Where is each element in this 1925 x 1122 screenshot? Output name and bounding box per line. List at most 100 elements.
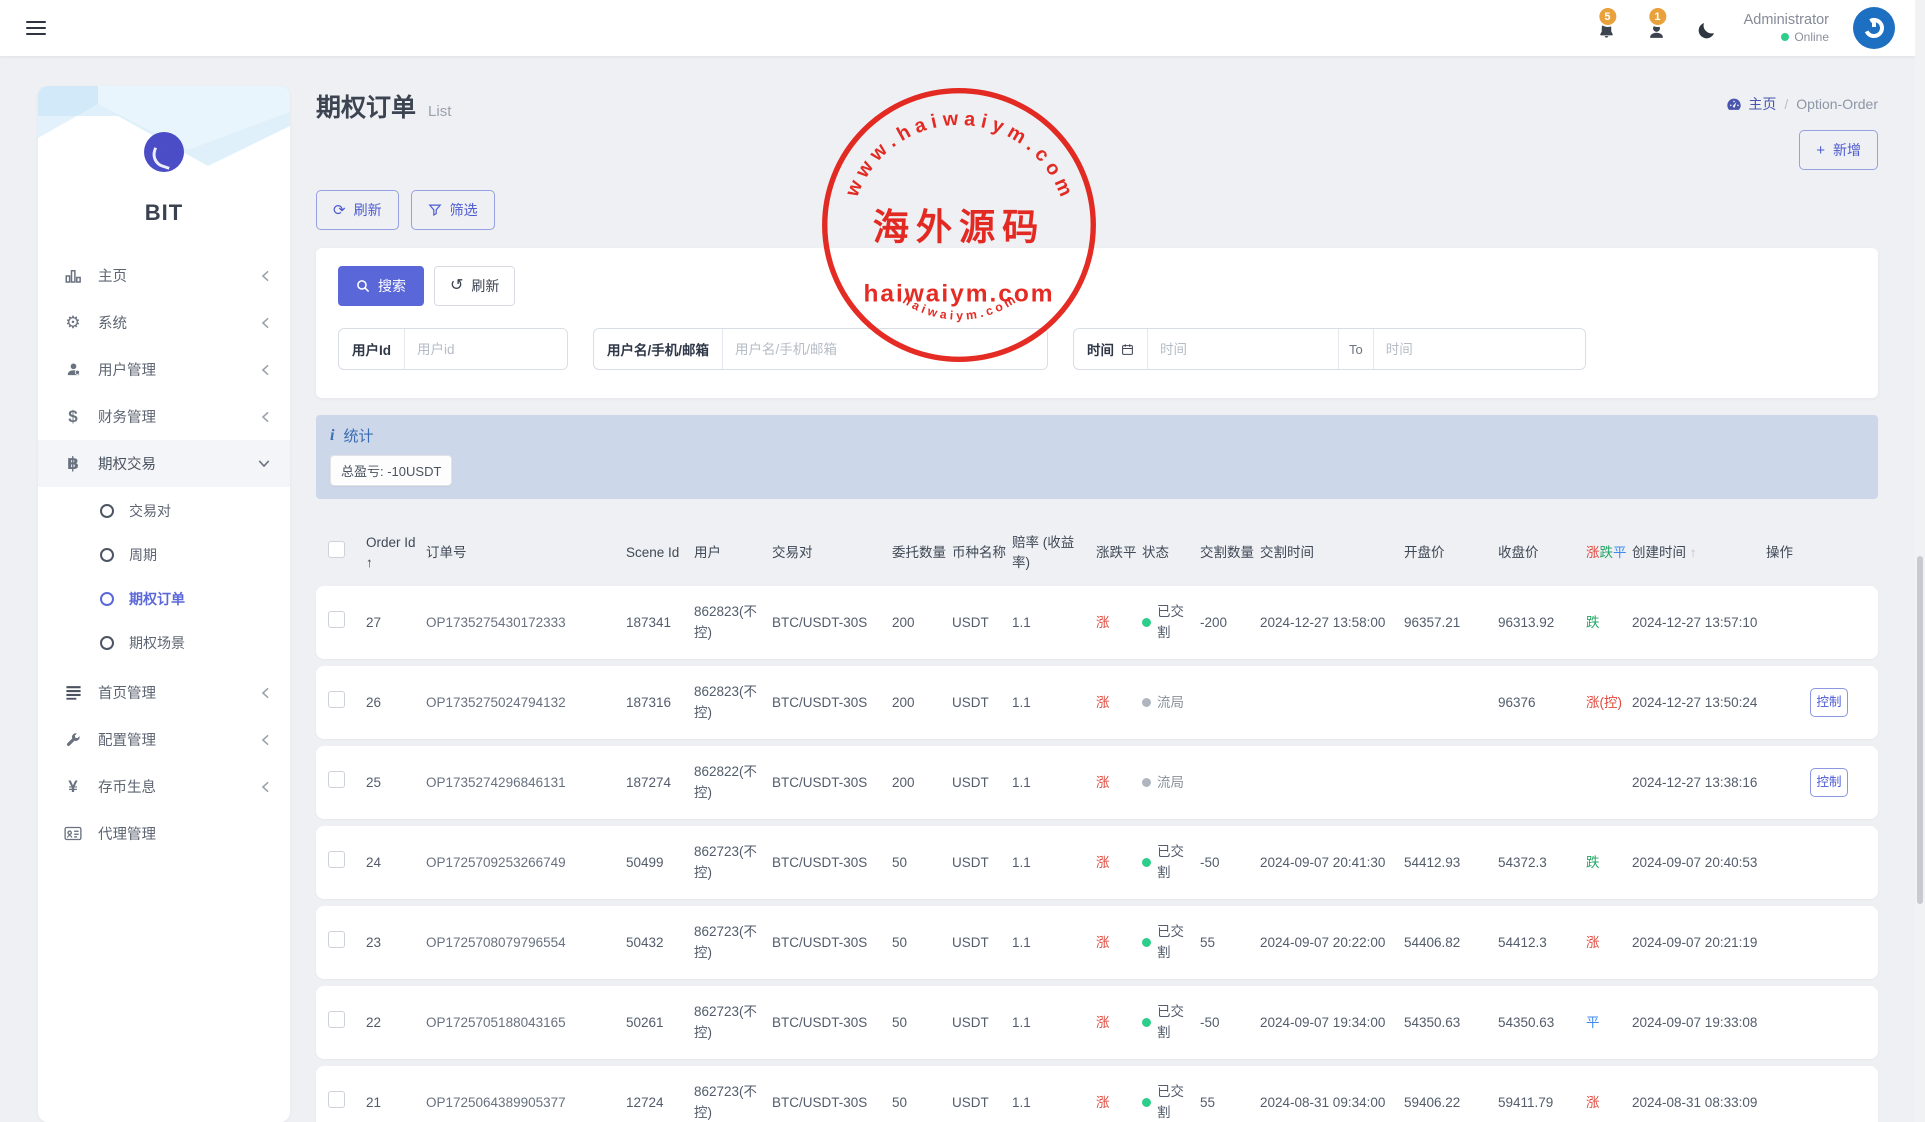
sidebar-subitem[interactable]: 期权场景	[38, 621, 290, 665]
dashboard-icon	[1726, 97, 1742, 111]
logo-icon	[144, 132, 184, 172]
header-amount: 委托数量	[892, 543, 948, 563]
cell-settle-qty: -50	[1200, 1013, 1256, 1033]
stats-bar: i 统计 总盈亏: -10USDT	[316, 415, 1878, 499]
sidebar-item[interactable]: ¥存币生息	[38, 763, 290, 810]
header-coin: 币种名称	[952, 543, 1008, 563]
cell-pair: BTC/USDT-30S	[772, 773, 888, 793]
sidebar-logo	[38, 86, 290, 204]
cell-pair: BTC/USDT-30S	[772, 613, 888, 633]
row-checkbox[interactable]	[328, 1011, 345, 1028]
cell-order-no: OP1735275430172333	[426, 613, 622, 633]
page-title: 期权订单	[316, 88, 416, 124]
cell-coin: USDT	[952, 773, 1008, 793]
cell-direction: 涨	[1096, 1013, 1138, 1033]
time-from-input[interactable]	[1148, 329, 1338, 369]
refresh-button[interactable]: ⟳ 刷新	[316, 190, 399, 230]
row-checkbox[interactable]	[328, 1091, 345, 1108]
page-scrollbar[interactable]	[1915, 0, 1925, 1122]
cell-status: 已交割	[1142, 1002, 1196, 1043]
cell-order-no: OP1735274296846131	[426, 773, 622, 793]
select-all-checkbox[interactable]	[328, 541, 345, 558]
breadcrumb-home-link[interactable]: 主页	[1726, 94, 1776, 114]
cell-settle-time: 2024-09-07 20:22:00	[1260, 933, 1400, 953]
cell-created: 2024-12-27 13:50:24	[1632, 693, 1762, 713]
table-body: 27 OP1735275430172333 187341 862823(不控) …	[316, 586, 1878, 1122]
table-row: 27 OP1735275430172333 187341 862823(不控) …	[316, 586, 1878, 659]
user-block: Administrator Online	[1744, 11, 1829, 44]
cell-direction: 涨	[1096, 693, 1138, 713]
cell-coin: USDT	[952, 693, 1008, 713]
status-dot	[1142, 858, 1151, 867]
sidebar-item[interactable]: 代理管理	[38, 810, 290, 857]
avatar[interactable]	[1853, 7, 1895, 49]
cell-status: 已交割	[1142, 602, 1196, 643]
scrollbar-thumb[interactable]	[1917, 556, 1923, 904]
row-checkbox[interactable]	[328, 851, 345, 868]
search-button[interactable]: 搜索	[338, 266, 424, 306]
reset-button[interactable]: ↺ 刷新	[434, 266, 515, 306]
chevron-left-icon	[261, 781, 270, 793]
sidebar-item[interactable]: 用户管理	[38, 346, 290, 393]
row-checkbox[interactable]	[328, 931, 345, 948]
cell-coin: USDT	[952, 853, 1008, 873]
cell-odds: 1.1	[1012, 1093, 1092, 1113]
cell-user: 862723(不控)	[694, 922, 768, 963]
cell-coin: USDT	[952, 933, 1008, 953]
cell-amount: 50	[892, 1093, 948, 1113]
sidebar-item[interactable]: ฿期权交易	[38, 440, 290, 487]
dark-mode-moon-icon[interactable]	[1694, 15, 1720, 41]
time-label: 时间	[1074, 329, 1148, 369]
control-button[interactable]: 控制	[1810, 768, 1848, 797]
cell-amount: 50	[892, 1013, 948, 1033]
chevron-left-icon	[261, 687, 270, 699]
sidebar-item[interactable]: $财务管理	[38, 393, 290, 440]
row-checkbox[interactable]	[328, 691, 345, 708]
total-pnl-badge: 总盈亏: -10USDT	[330, 455, 452, 486]
messages-user-icon[interactable]: 1	[1644, 15, 1670, 41]
notifications-bell-icon[interactable]: 5	[1594, 15, 1620, 41]
header-direction: 涨跌平	[1096, 543, 1138, 563]
cell-coin: USDT	[952, 1093, 1008, 1113]
cell-user: 862823(不控)	[694, 682, 768, 723]
row-checkbox[interactable]	[328, 611, 345, 628]
sidebar-menu: 主页⚙系统用户管理$财务管理฿期权交易交易对周期期权订单期权场景首页管理配置管理…	[38, 252, 290, 857]
status-dot	[1142, 1018, 1151, 1027]
row-checkbox[interactable]	[328, 771, 345, 788]
cell-direction: 涨	[1096, 1093, 1138, 1113]
user-id-input[interactable]	[405, 329, 567, 369]
cell-settle-time: 2024-09-07 20:41:30	[1260, 853, 1400, 873]
cell-scene-id: 50261	[626, 1013, 690, 1033]
sidebar-item[interactable]: ⚙系统	[38, 299, 290, 346]
add-button[interactable]: + 新增	[1799, 130, 1878, 170]
filter-button[interactable]: 筛选	[411, 190, 495, 230]
cell-settle-qty: -50	[1200, 853, 1256, 873]
status-dot	[1142, 938, 1151, 947]
sidebar-subitem[interactable]: 周期	[38, 533, 290, 577]
top-navbar: 5 1 Administrator Online	[0, 0, 1925, 56]
cell-close-price: 96376	[1498, 693, 1582, 713]
hamburger-menu-icon[interactable]	[26, 17, 46, 38]
cell-open-price: 96357.21	[1404, 613, 1494, 633]
wrench-icon	[62, 730, 84, 750]
sidebar-subitem[interactable]: 交易对	[38, 489, 290, 533]
header-created[interactable]: 创建时间 ↑	[1632, 543, 1762, 563]
username-input[interactable]	[723, 329, 1047, 369]
sidebar-item[interactable]: 配置管理	[38, 716, 290, 763]
cell-user: 862723(不控)	[694, 1082, 768, 1122]
yen-icon: ¥	[62, 777, 84, 797]
header-order-id[interactable]: Order Id ↑	[366, 533, 422, 572]
sidebar-item[interactable]: 首页管理	[38, 669, 290, 716]
sidebar-item[interactable]: 主页	[38, 252, 290, 299]
control-button[interactable]: 控制	[1810, 688, 1848, 717]
table-row: 22 OP1725705188043165 50261 862723(不控) B…	[316, 986, 1878, 1059]
sidebar-subitem[interactable]: 期权订单	[38, 577, 290, 621]
cell-result: 平	[1586, 1013, 1628, 1033]
cell-close-price: 54412.3	[1498, 933, 1582, 953]
table-row: 26 OP1735275024794132 187316 862823(不控) …	[316, 666, 1878, 739]
user-name: Administrator	[1744, 11, 1829, 29]
orders-table: Order Id ↑ 订单号 Scene Id 用户 交易对 委托数量 币种名称…	[316, 523, 1878, 1122]
time-to-input[interactable]	[1374, 329, 1585, 369]
table-row: 21 OP1725064389905377 12724 862723(不控) B…	[316, 1066, 1878, 1122]
cell-order-no: OP1735275024794132	[426, 693, 622, 713]
